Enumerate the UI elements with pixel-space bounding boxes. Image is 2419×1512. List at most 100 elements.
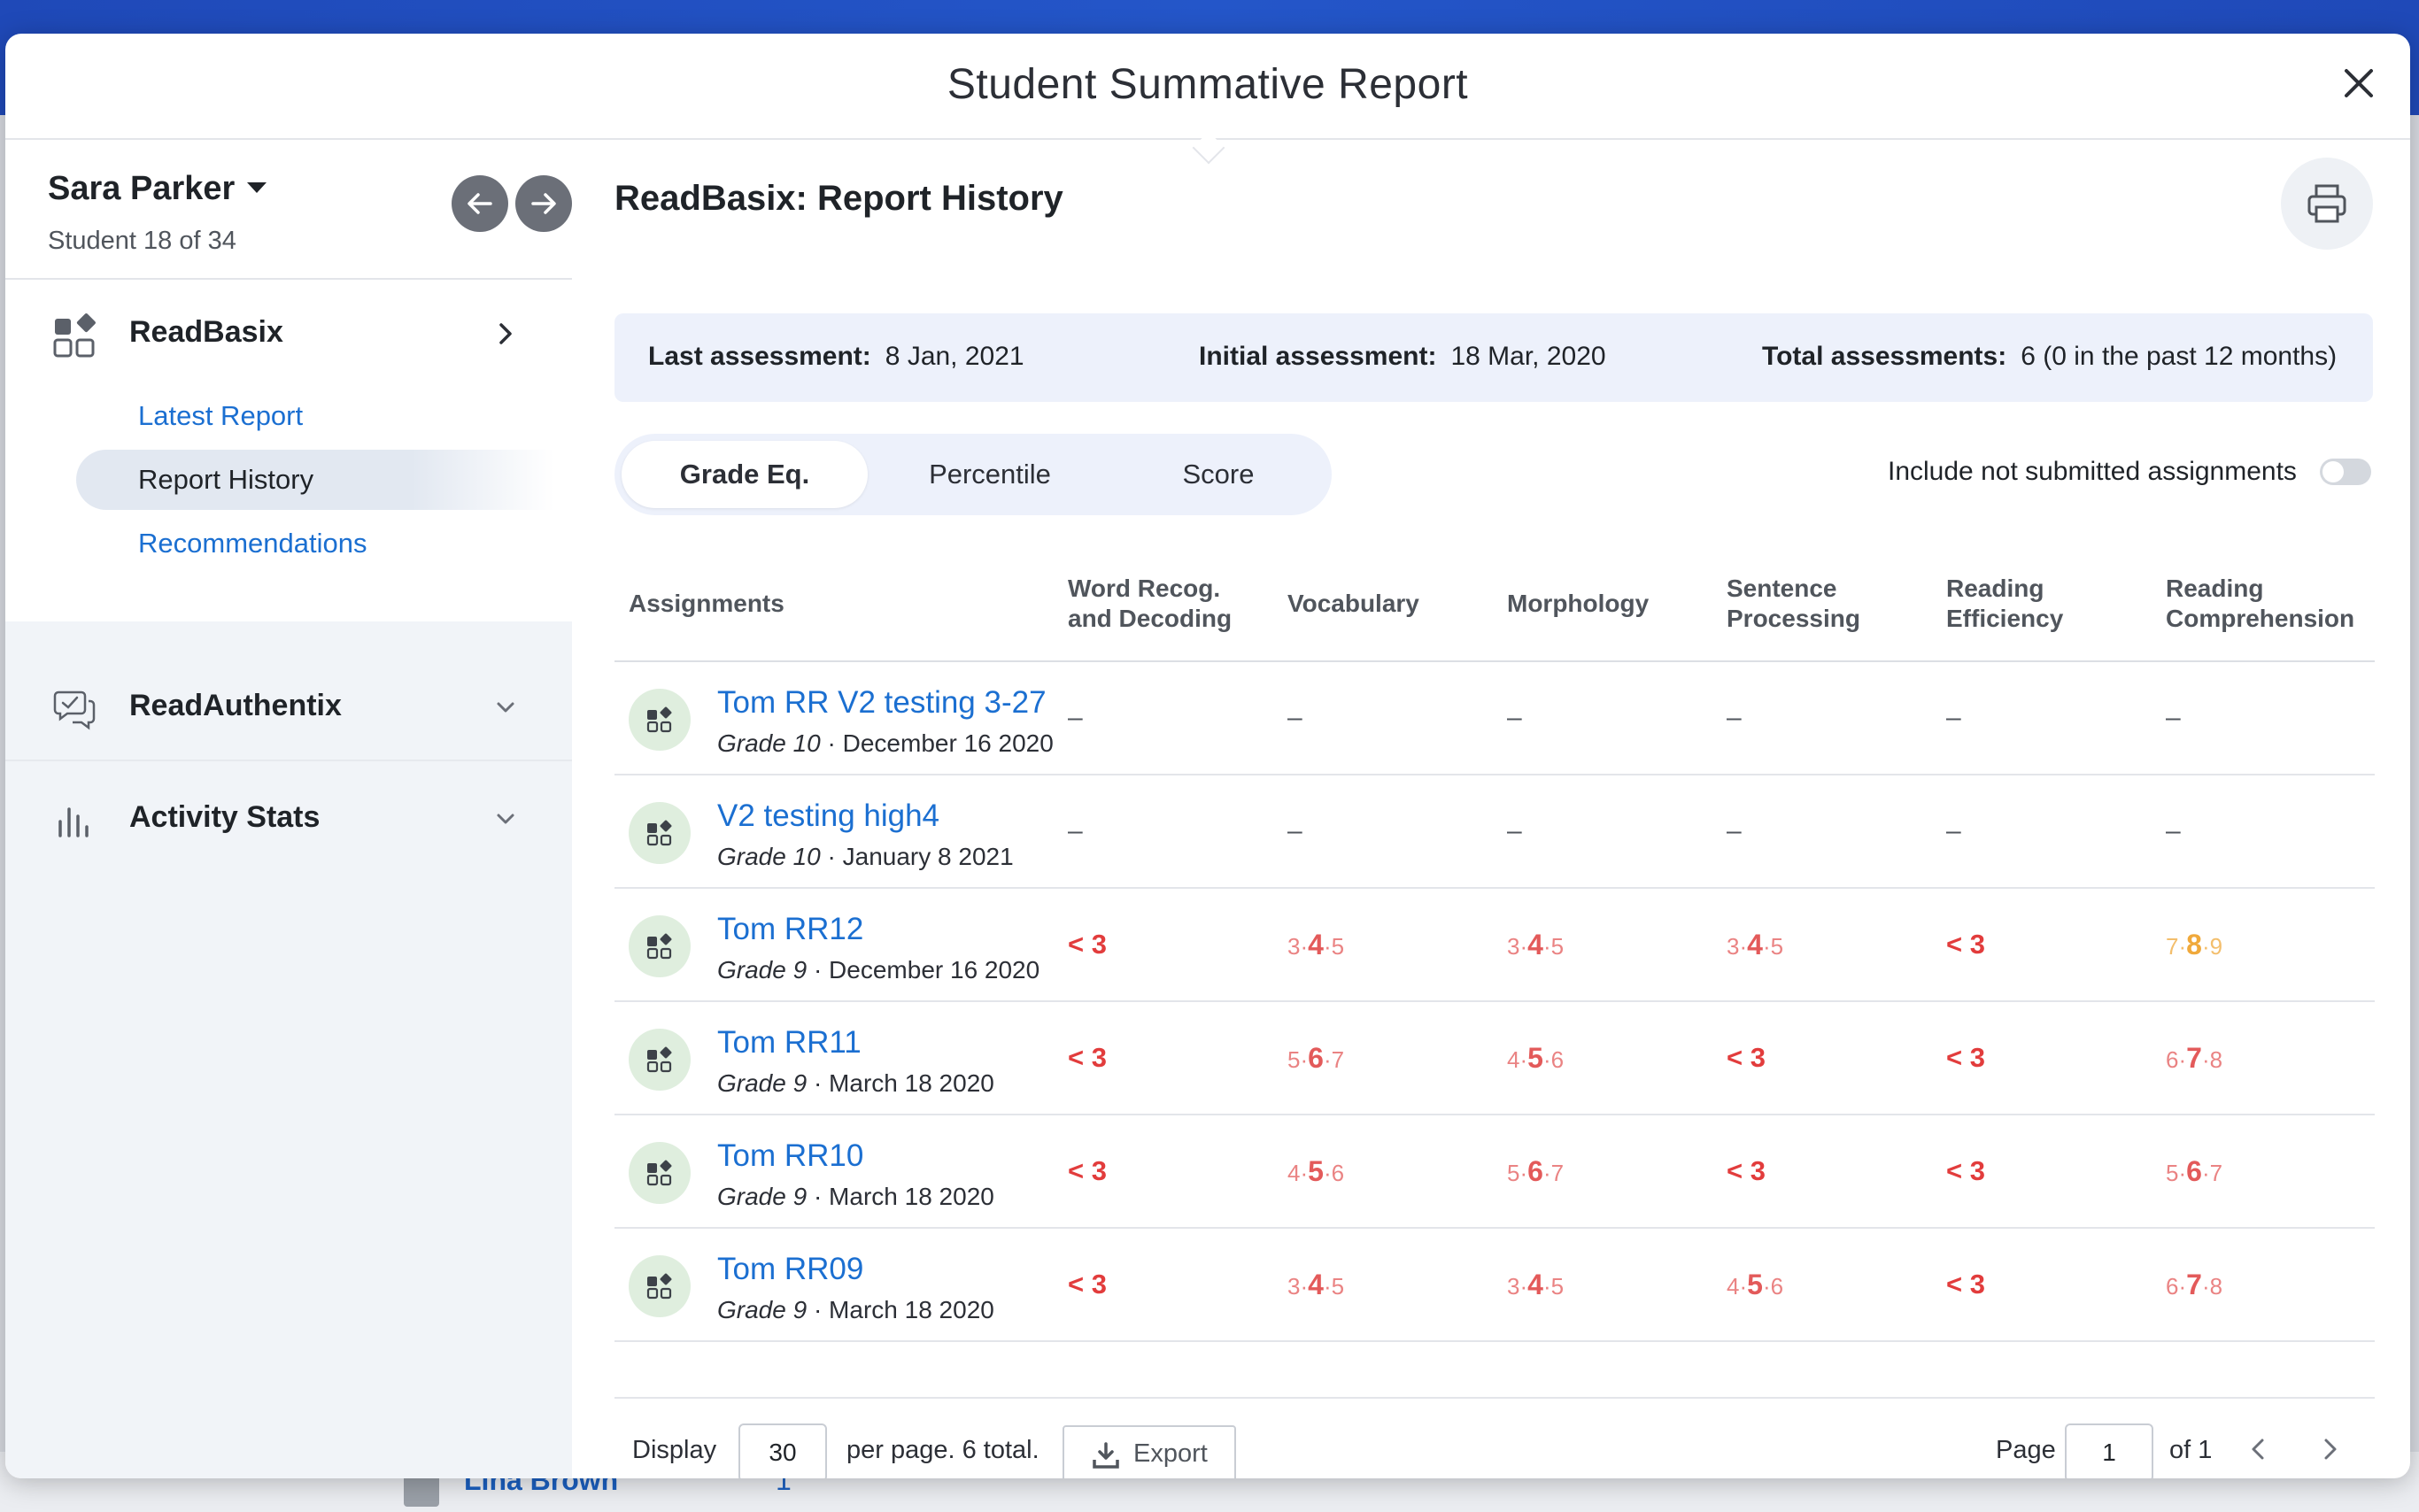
- assignment-type-icon: [646, 933, 672, 960]
- assignment-cell: Tom RR12 Grade 9 · December 16 2020: [614, 888, 1054, 1002]
- section-label-readbasix: ReadBasix: [129, 315, 283, 349]
- chevron-right-icon[interactable]: [2315, 1434, 2345, 1464]
- sidebar-item-recommendations[interactable]: Recommendations: [76, 513, 554, 574]
- assignment-grade: Grade 9: [717, 1069, 808, 1097]
- include-not-submitted-toggle[interactable]: [2320, 459, 2371, 485]
- score-cell: < 3: [1932, 888, 2152, 1002]
- grade-range-score: 5·6·7: [2166, 1154, 2223, 1187]
- empty-score: –: [1068, 703, 1083, 732]
- report-modal: Student Summative Report Sara Parker Stu…: [5, 34, 2410, 1478]
- assignment-date: · March 18 2020: [807, 1296, 994, 1323]
- column-header-reading-efficiency[interactable]: Reading Efficiency: [1932, 547, 2152, 662]
- per-page-input[interactable]: 30: [738, 1423, 827, 1478]
- score-cell: 4·5·6: [1712, 1228, 1932, 1342]
- assignment-link[interactable]: Tom RR11: [717, 1025, 862, 1061]
- assignment-date: · March 18 2020: [807, 1069, 994, 1097]
- score-cell: –: [1493, 661, 1712, 775]
- assignment-date: · December 16 2020: [807, 956, 1040, 984]
- close-button[interactable]: [2334, 58, 2384, 108]
- print-button[interactable]: [2281, 158, 2373, 250]
- assignment-meta: Grade 9 · March 18 2020: [717, 1069, 994, 1098]
- export-button[interactable]: Export: [1063, 1425, 1236, 1478]
- sidebar-item-label: Report History: [138, 464, 314, 495]
- column-header-sentence-processing[interactable]: Sentence Processing: [1712, 547, 1932, 662]
- printer-icon: [2307, 184, 2346, 223]
- main-content: ReadBasix: Report History Last assessmen…: [572, 140, 2410, 1478]
- score-cell: –: [2152, 775, 2375, 889]
- section-activity-stats[interactable]: Activity Stats: [5, 765, 572, 869]
- score-cell: 7·8·9: [2152, 888, 2375, 1002]
- assignment-grade: Grade 10: [717, 843, 821, 870]
- grade-range-score: 3·4·5: [1507, 928, 1565, 960]
- column-header-morphology[interactable]: Morphology: [1493, 547, 1712, 662]
- section-readauthentix[interactable]: ReadAuthentix: [5, 653, 572, 758]
- column-header-reading-comprehension[interactable]: Reading Comprehension: [2152, 547, 2375, 662]
- sidebar-item-report-history[interactable]: Report History: [76, 450, 554, 510]
- score-cell: 3·4·5: [1273, 1228, 1493, 1342]
- grade-range-score: 6·7·8: [2166, 1041, 2223, 1074]
- assignment-link[interactable]: Tom RR09: [717, 1252, 863, 1287]
- grade-range-score: 3·4·5: [1287, 928, 1345, 960]
- column-header-assignments[interactable]: Assignments: [614, 547, 1054, 662]
- chevron-left-icon[interactable]: [2244, 1434, 2274, 1464]
- previous-student-button[interactable]: [452, 175, 508, 232]
- score-cell: 6·7·8: [2152, 1001, 2375, 1115]
- tab-score[interactable]: Score: [1112, 441, 1325, 508]
- page-label: Page: [1996, 1436, 2056, 1464]
- assignment-link[interactable]: Tom RR12: [717, 912, 863, 947]
- assignment-link[interactable]: V2 testing high4: [717, 798, 939, 834]
- student-name-dropdown[interactable]: Sara Parker: [48, 170, 267, 208]
- assignment-meta: Grade 9 · March 18 2020: [717, 1296, 994, 1324]
- empty-score: –: [1507, 703, 1522, 732]
- below-range-score: < 3: [1727, 1042, 1766, 1073]
- score-cell: 3·4·5: [1493, 1228, 1712, 1342]
- sidebar-item-label: Latest Report: [138, 400, 304, 431]
- score-cell: < 3: [1054, 1115, 1273, 1229]
- score-cell: 6·7·8: [2152, 1228, 2375, 1342]
- column-header-vocabulary[interactable]: Vocabulary: [1273, 547, 1493, 662]
- assignment-link[interactable]: Tom RR V2 testing 3-27: [717, 685, 1047, 721]
- column-header-word-recognition[interactable]: Word Recog. and Decoding: [1054, 547, 1273, 662]
- assignment-meta: Grade 9 · March 18 2020: [717, 1183, 994, 1211]
- empty-score: –: [1946, 816, 1961, 845]
- assignment-icon-badge: [629, 1255, 691, 1317]
- assignment-type-icon: [646, 706, 672, 733]
- page-title: ReadBasix: Report History: [614, 179, 1063, 218]
- score-cell: –: [1273, 775, 1493, 889]
- score-cell: 4·5·6: [1493, 1001, 1712, 1115]
- grade-range-score: 3·4·5: [1727, 928, 1784, 960]
- readbasix-icon: [53, 313, 96, 358]
- section-readbasix[interactable]: ReadBasix: [5, 280, 572, 384]
- export-label: Export: [1133, 1439, 1208, 1468]
- score-cell: < 3: [1932, 1001, 2152, 1115]
- sidebar-item-latest-report[interactable]: Latest Report: [76, 386, 554, 446]
- table-row: Tom RR11 Grade 9 · March 18 2020 < 3 5·6·7 4…: [614, 1001, 2375, 1115]
- next-student-button[interactable]: [515, 175, 572, 232]
- below-range-score: < 3: [1727, 1155, 1766, 1186]
- empty-score: –: [1068, 816, 1083, 845]
- assignment-cell: Tom RR09 Grade 9 · March 18 2020: [614, 1228, 1054, 1342]
- assignment-icon-badge: [629, 802, 691, 864]
- tab-percentile[interactable]: Percentile: [871, 441, 1109, 508]
- score-cell: < 3: [1712, 1115, 1932, 1229]
- grade-range-score: 4·5·6: [1727, 1268, 1784, 1300]
- pagination-footer: Display 30 per page. 6 total. Export Pag…: [614, 1397, 2375, 1478]
- assignment-type-icon: [646, 1273, 672, 1300]
- assignment-date: · December 16 2020: [820, 729, 1054, 757]
- table-row: Tom RR10 Grade 9 · March 18 2020 < 3 4·5·6 5…: [614, 1115, 2375, 1229]
- student-count: Student 18 of 34: [48, 227, 236, 255]
- sidebar: Sara Parker Student 18 of 34 ReadBasix L…: [5, 140, 572, 1478]
- score-cell: 3·4·5: [1493, 888, 1712, 1002]
- score-cell: –: [1932, 775, 2152, 889]
- below-range-score: < 3: [1946, 1042, 1985, 1073]
- assignment-grade: Grade 10: [717, 729, 821, 757]
- initial-assessment: Initial assessment: 18 Mar, 2020: [1199, 342, 1606, 371]
- tab-grade-eq[interactable]: Grade Eq.: [622, 441, 868, 508]
- assessment-summary: Last assessment: 8 Jan, 2021 Initial asse…: [614, 313, 2373, 402]
- score-cell: –: [2152, 661, 2375, 775]
- assignment-link[interactable]: Tom RR10: [717, 1138, 863, 1174]
- assignment-meta: Grade 10 · December 16 2020: [717, 729, 1054, 758]
- below-range-score: < 3: [1068, 1269, 1107, 1300]
- page-number-input[interactable]: 1: [2065, 1423, 2153, 1478]
- score-cell: –: [1712, 775, 1932, 889]
